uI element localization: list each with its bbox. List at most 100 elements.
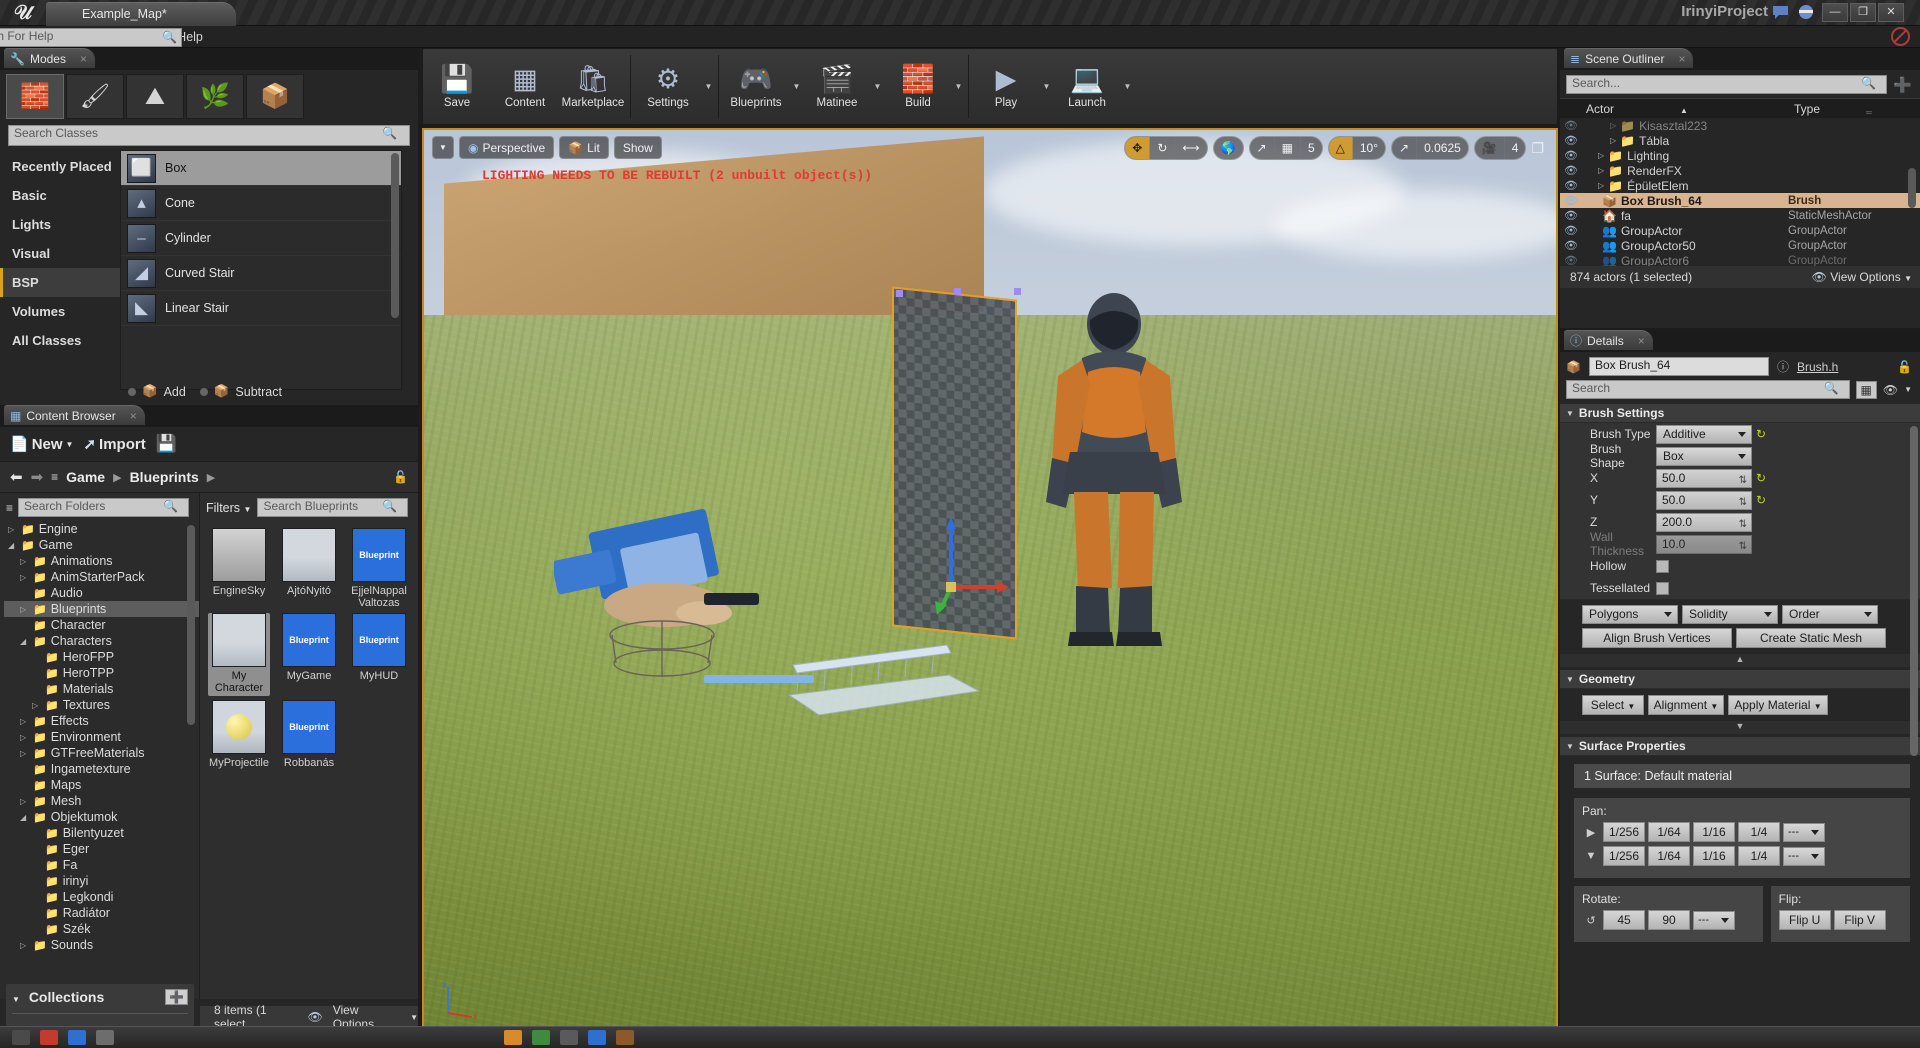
close-button[interactable]: ✕	[1878, 3, 1904, 22]
taskbar-item[interactable]	[616, 1030, 634, 1045]
expand-arrow-icon[interactable]: ▷	[1598, 151, 1604, 160]
folder-row[interactable]: ▷ 📁 Blueprints	[4, 601, 199, 617]
visibility-eye-icon[interactable]: 👁	[1560, 119, 1582, 132]
tree-view-icon[interactable]: ≡	[6, 501, 13, 515]
folder-row[interactable]: 📁 HeroTPP	[4, 665, 199, 681]
folder-row[interactable]: ▷ 📁 Mesh	[4, 793, 199, 809]
category-recently-placed[interactable]: Recently Placed	[0, 152, 120, 181]
tab-scene-outliner[interactable]: ≣ Scene Outliner ×	[1564, 48, 1694, 68]
toolbar-button-blueprints[interactable]: 🎮 Blueprints	[722, 49, 790, 124]
view-options-button[interactable]: View Options	[1830, 270, 1900, 284]
details-scrollbar[interactable]	[1910, 426, 1918, 756]
folder-row[interactable]: 📁 Audio	[4, 585, 199, 601]
asset-card[interactable]: Blueprint MyGame	[278, 613, 340, 696]
property-number-input[interactable]: 50.0 ⇅	[1656, 490, 1752, 510]
expand-arrow-icon[interactable]: ▷	[20, 605, 29, 614]
pan-u-more[interactable]: ---	[1783, 822, 1825, 842]
asset-card[interactable]: Blueprint MyHUD	[348, 613, 410, 696]
folder-row[interactable]: ▷ 📁 Effects	[4, 713, 199, 729]
close-icon[interactable]: ×	[1638, 334, 1645, 348]
toolbar-button-launch[interactable]: 💻 Launch	[1053, 49, 1121, 124]
pan-v-1-4[interactable]: 1/4	[1738, 846, 1780, 866]
scale-snap-icon[interactable]: ↗	[1392, 137, 1418, 159]
visibility-eye-icon[interactable]: 👁	[1560, 254, 1582, 266]
placeable-item-cylinder[interactable]: ⎯ Cylinder	[121, 221, 401, 256]
taskbar-item[interactable]	[532, 1030, 550, 1045]
lock-icon[interactable]: 🔓	[1897, 360, 1912, 374]
visibility-eye-icon[interactable]: 👁	[1560, 224, 1582, 237]
subtract-label[interactable]: Subtract	[235, 385, 282, 399]
close-icon[interactable]: ×	[80, 52, 87, 66]
surface-snap-icon[interactable]: ↗	[1250, 137, 1275, 159]
restore-button[interactable]: ❐	[1850, 3, 1876, 22]
scale-snap-value[interactable]: 0.0625	[1417, 137, 1468, 159]
align-brush-vertices-button[interactable]: Align Brush Vertices	[1582, 628, 1732, 648]
property-number-input[interactable]: 200.0 ⇅	[1656, 512, 1752, 533]
import-button[interactable]: ➚ Import	[83, 435, 145, 454]
folder-row[interactable]: 📁 Legkondi	[4, 889, 199, 905]
help-icon[interactable]: ⓘ	[1777, 358, 1789, 375]
visibility-eye-icon[interactable]: 👁	[1560, 164, 1582, 177]
asset-card[interactable]: AjtóNyitó	[278, 528, 340, 609]
help-search-input[interactable]: Search For Help 🔍	[0, 28, 182, 47]
spinner-icon[interactable]: ⇅	[1739, 516, 1747, 533]
minimize-button[interactable]: —	[1822, 3, 1848, 22]
pan-u-1-16[interactable]: 1/16	[1693, 822, 1735, 842]
placeable-item-linear-stair[interactable]: ◣ Linear Stair	[121, 291, 401, 326]
asset-card[interactable]: MyProjectile	[208, 700, 270, 769]
reset-to-default-icon[interactable]: ↻	[1756, 427, 1766, 441]
header-file-link[interactable]: Brush.h	[1797, 360, 1838, 374]
world-coords-icon[interactable]: 🌎	[1214, 137, 1243, 159]
property-number-input[interactable]: 10.0 ⇅	[1656, 534, 1752, 554]
spinner-icon[interactable]: ⇅	[1739, 472, 1747, 489]
toolbar-button-matinee[interactable]: 🎬 Matinee	[803, 49, 871, 124]
expand-arrow-icon[interactable]: ▷	[20, 733, 29, 742]
level-tab[interactable]: Example_Map*	[46, 2, 236, 26]
brush-handle[interactable]	[954, 288, 961, 295]
collapse-up-button[interactable]: ▲	[1560, 654, 1920, 667]
order-combo[interactable]: Order	[1782, 605, 1878, 624]
tab-modes[interactable]: 🔧 Modes ×	[4, 48, 95, 68]
breadcrumb-blueprints[interactable]: Blueprints	[130, 469, 199, 485]
expand-arrow-icon[interactable]: ◢	[20, 637, 29, 646]
folder-row[interactable]: 📁 irinyi	[4, 873, 199, 889]
asset-search-input[interactable]: Search Blueprints 🔍	[257, 498, 408, 517]
property-combo[interactable]: Additive	[1656, 424, 1752, 444]
outliner-row[interactable]: 👁 ▷ 📁 Tábla	[1560, 133, 1920, 148]
place-mode-icon[interactable]: 🧱	[6, 74, 64, 119]
property-checkbox[interactable]	[1656, 559, 1669, 573]
brush-handle[interactable]	[1014, 288, 1021, 295]
outliner-search-input[interactable]: Search... 🔍	[1566, 75, 1888, 94]
outliner-row[interactable]: 👁 ▷ 📁 Kisasztal223	[1560, 118, 1920, 133]
folder-row[interactable]: ▷ 📁 Sounds	[4, 937, 199, 953]
add-collection-icon[interactable]: ➕	[165, 989, 188, 1005]
close-icon[interactable]: ×	[130, 409, 137, 423]
back-button[interactable]: ⬅	[10, 468, 23, 486]
paint-mode-icon[interactable]: 🖌	[66, 74, 124, 119]
pan-v-1-16[interactable]: 1/16	[1693, 846, 1735, 866]
taskbar-item[interactable]	[12, 1030, 30, 1045]
outliner-row[interactable]: 👁 👥 GroupActor GroupActor	[1560, 223, 1920, 238]
transform-gizmo[interactable]	[929, 515, 1009, 615]
placeable-scrollbar[interactable]	[391, 153, 399, 318]
outliner-row[interactable]: 👁 ▷ 📁 ÉpületElem	[1560, 178, 1920, 193]
visibility-eye-icon[interactable]: 👁	[1560, 239, 1582, 252]
expand-arrow-icon[interactable]: ▷	[1610, 136, 1616, 145]
actor-name-input[interactable]: Box Brush_64	[1588, 357, 1769, 376]
search-classes-input[interactable]: Search Classes 🔍	[8, 125, 410, 146]
geometry-header[interactable]: ▼ Geometry	[1560, 670, 1920, 689]
property-number-input[interactable]: 50.0 ⇅	[1656, 468, 1752, 489]
chevron-down-icon[interactable]: ▼	[790, 49, 803, 124]
polygons-combo[interactable]: Polygons	[1582, 605, 1678, 624]
collapse-down-button[interactable]: ▼	[1560, 721, 1920, 734]
folder-row[interactable]: ▷ 📁 Animations	[4, 553, 199, 569]
tab-content-browser[interactable]: ▦ Content Browser ×	[4, 405, 145, 425]
new-asset-button[interactable]: 📄 New ▼	[10, 435, 73, 454]
outliner-row[interactable]: 👁 🏠 fa StaticMeshActor	[1560, 208, 1920, 223]
maximize-viewport-icon[interactable]: ❐	[1531, 140, 1544, 157]
folder-row[interactable]: 📁 Character	[4, 617, 199, 633]
camera-speed-icon[interactable]: 🎥	[1475, 137, 1505, 159]
reset-to-default-icon[interactable]: ↻	[1756, 493, 1766, 507]
placeable-item-box[interactable]: ⬜ Box	[121, 151, 401, 186]
folder-row[interactable]: 📁 Bilentyuzet	[4, 825, 199, 841]
